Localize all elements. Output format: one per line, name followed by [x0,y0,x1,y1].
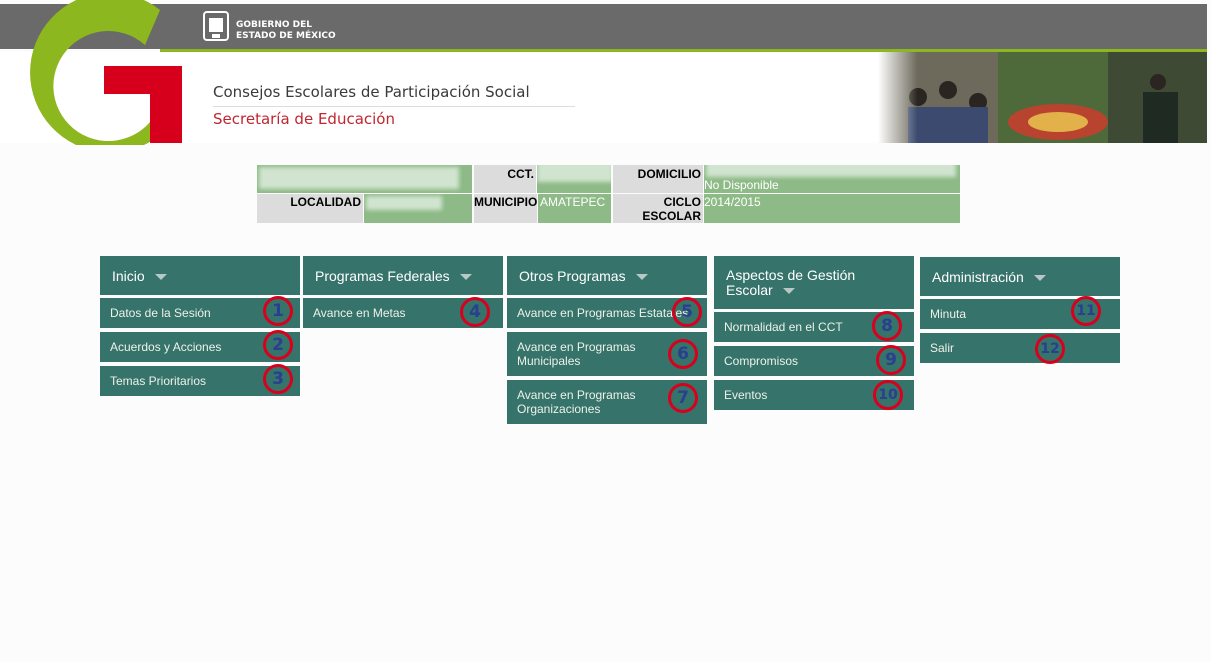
menu-programas-federales[interactable]: Programas Federales [303,256,503,295]
coat-of-arms-icon [203,11,229,41]
annotation-badge-12: 12 [1035,334,1065,364]
menu-gestion-label-1: Aspectos de Gestión [726,267,856,283]
menu-inicio[interactable]: Inicio [100,256,300,295]
ciclo-label-line-1: CICLO [663,195,701,209]
localidad-label: LOCALIDAD [257,194,363,223]
menu-admin-label: Administración [932,269,1024,285]
ciclo-label: CICLO ESCOLAR [613,194,703,223]
menu-otros-programas[interactable]: Otros Programas [507,256,707,295]
localidad-value [364,194,472,223]
cct-value [537,165,611,193]
ciclo-value: 2014/2015 [704,194,960,223]
gov-wordmark: GOBIERNO DEL ESTADO DE MÉXICO [236,20,336,42]
chevron-down-icon [1033,275,1046,282]
cct-label: CCT. [474,165,536,193]
ciclo-label-line-2: ESCOLAR [642,209,701,223]
annotation-badge-2: 2 [263,330,293,360]
annotation-badge-5: 5 [672,297,702,327]
municipio-value: AMATEPEC [538,194,611,223]
annotation-badge-4: 4 [460,297,490,327]
menu-otros-label: Otros Programas [519,268,626,284]
menu-aspectos-gestion[interactable]: Aspectos de Gestión Escolar [714,256,914,309]
chevron-down-icon [154,274,167,281]
domicilio-value: No Disponible [704,178,779,192]
chevron-down-icon [782,288,795,295]
edomex-logo [30,0,182,145]
menu-inicio-label: Inicio [112,268,145,284]
annotation-badge-1: 1 [263,296,293,326]
redacted-school-name [259,167,459,189]
redacted-localidad [366,196,442,210]
redacted-address [706,165,956,177]
gov-line-2: ESTADO DE MÉXICO [236,31,336,41]
site-title: Consejos Escolares de Participación Soci… [213,83,530,101]
annotation-badge-6: 6 [668,339,698,369]
redacted-cct [537,165,611,182]
menu-gestion-label-2: Escolar [726,282,773,298]
annotation-badge-7: 7 [668,383,698,413]
menu-administracion[interactable]: Administración [920,257,1120,296]
page: { "header": { "gov_line1": "GOBIERNO DEL… [0,0,1211,662]
gov-line-1: GOBIERNO DEL [236,20,312,30]
school-name-value [257,165,472,193]
annotation-badge-9: 9 [876,345,906,375]
menu-federales-label: Programas Federales [315,268,450,284]
domicilio-field: No Disponible [704,165,960,193]
annotation-badge-10: 10 [873,380,903,410]
site-subtitle: Secretaría de Educación [213,110,395,128]
municipio-label: MUNICIPIO [474,194,537,223]
chevron-down-icon [459,274,472,281]
title-divider [213,106,575,107]
annotation-badge-8: 8 [872,311,902,341]
header-photo [878,52,1207,143]
annotation-badge-3: 3 [263,364,293,394]
annotation-badge-11: 11 [1071,296,1101,326]
menu-item-salir[interactable]: Salir [920,333,1120,363]
chevron-down-icon [635,274,648,281]
domicilio-label: DOMICILIO [613,165,703,193]
